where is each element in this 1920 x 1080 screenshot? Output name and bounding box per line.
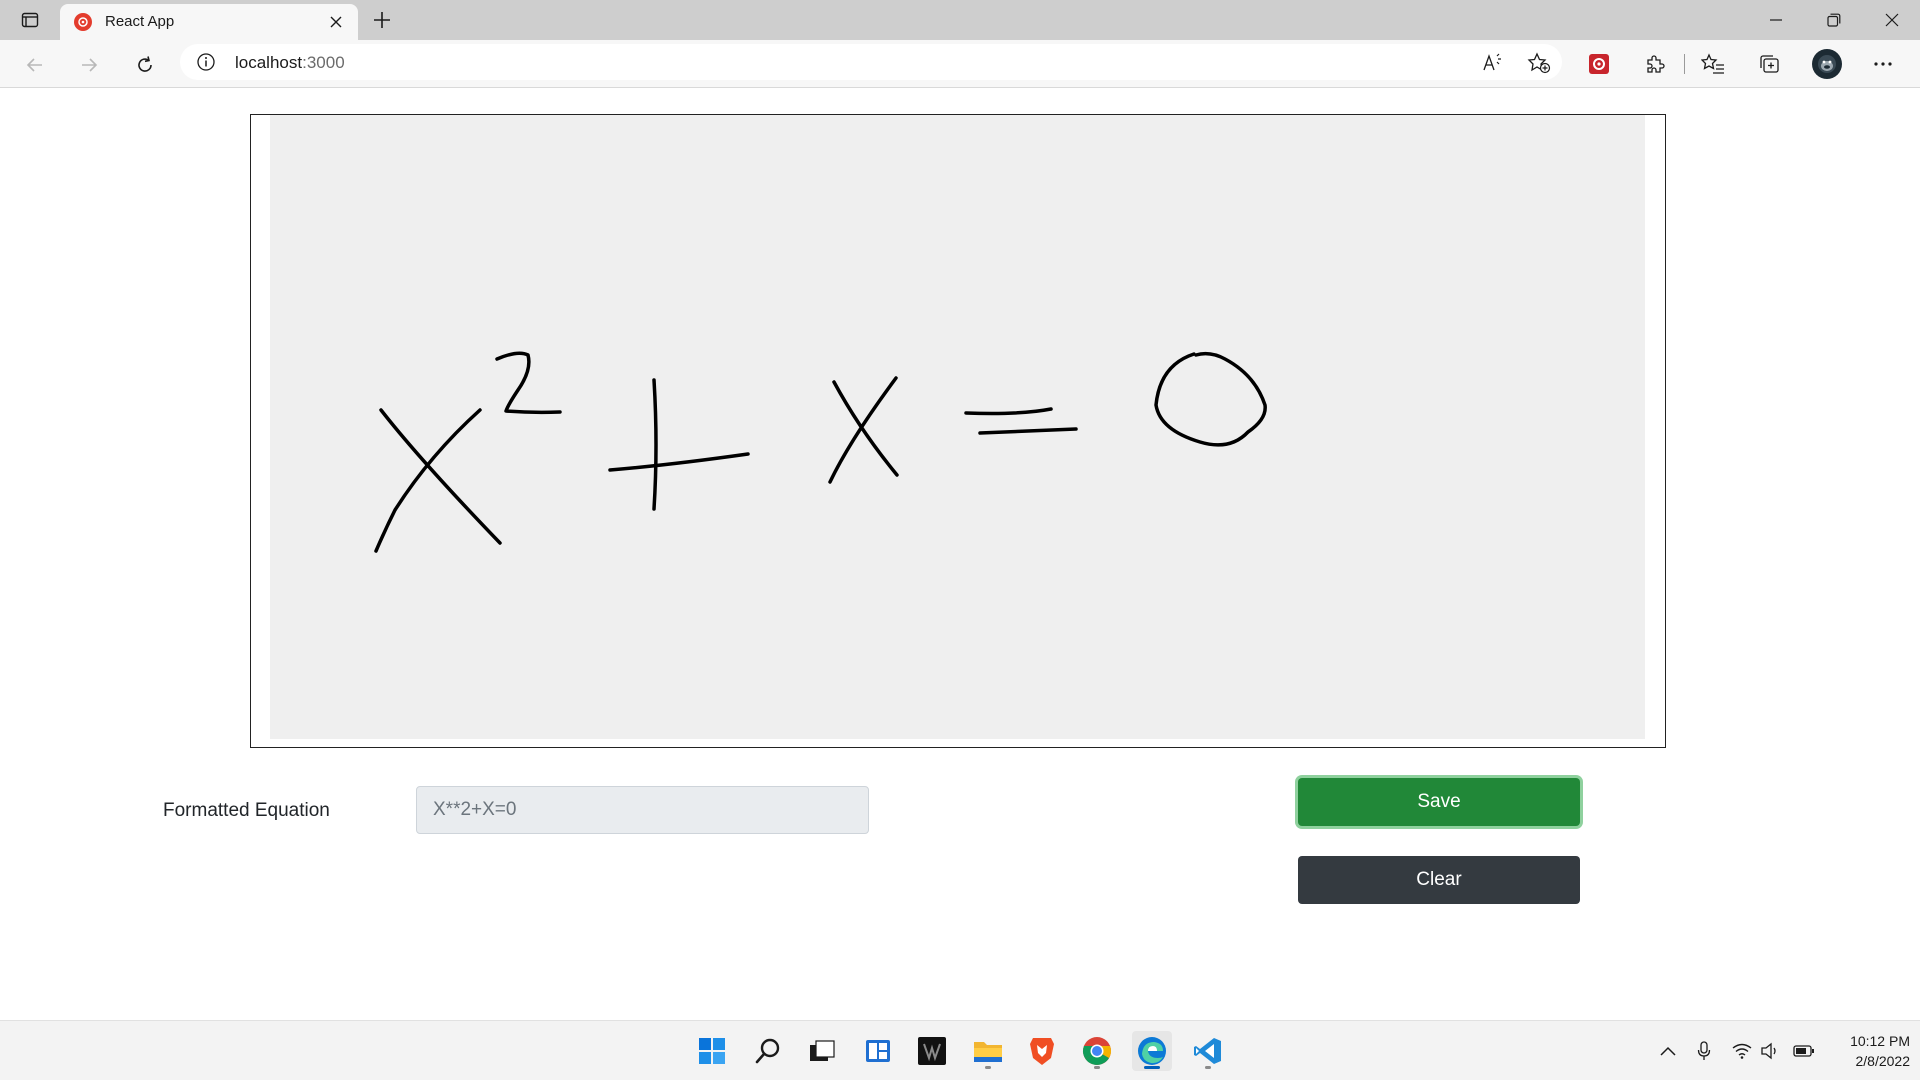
- minimize-window-button[interactable]: [1748, 0, 1804, 40]
- drawing-canvas[interactable]: [270, 115, 1645, 739]
- toolbar-separator: [1684, 54, 1685, 74]
- file-explorer-button[interactable]: [968, 1031, 1008, 1071]
- add-favorite-button[interactable]: [1526, 50, 1552, 76]
- search-icon: [755, 1038, 780, 1064]
- vscode-icon: [1194, 1038, 1221, 1064]
- collections-button[interactable]: [1754, 49, 1784, 79]
- star-add-icon: [1527, 52, 1551, 74]
- chrome-icon: [1083, 1037, 1111, 1065]
- save-button[interactable]: Save: [1298, 778, 1580, 826]
- search-button[interactable]: [748, 1031, 788, 1071]
- start-button[interactable]: [692, 1031, 732, 1071]
- tab-actions-menu-button[interactable]: [16, 8, 44, 32]
- extension-pinned-button[interactable]: [1584, 49, 1614, 79]
- info-icon[interactable]: [196, 52, 216, 72]
- widgets-icon: [866, 1040, 890, 1062]
- forward-button[interactable]: [74, 50, 104, 80]
- refresh-button[interactable]: [130, 50, 160, 80]
- predator-app-icon: [918, 1037, 946, 1065]
- plus-icon: [374, 12, 390, 28]
- react-favicon-icon: [74, 13, 92, 31]
- chevron-up-icon: [1660, 1046, 1676, 1056]
- arrow-right-icon: [82, 58, 98, 72]
- read-aloud-icon: [1483, 53, 1501, 71]
- widgets-button[interactable]: [858, 1031, 898, 1071]
- address-bar[interactable]: localhost:3000: [180, 44, 1562, 80]
- running-indicator: [985, 1066, 991, 1069]
- clock-date: 2/8/2022: [1855, 1053, 1911, 1069]
- formatted-equation-label: Formatted Equation: [163, 800, 330, 821]
- stroke-plus-horizontal: [608, 452, 750, 472]
- minimize-icon: [1770, 19, 1782, 21]
- task-view-button[interactable]: [802, 1031, 842, 1071]
- formatted-equation-input[interactable]: [416, 786, 869, 834]
- running-indicator: [1205, 1066, 1211, 1069]
- collections-icon: [1760, 55, 1779, 73]
- arrow-left-icon: [26, 58, 42, 72]
- battery-icon: [1793, 1045, 1814, 1057]
- refresh-icon: [138, 56, 152, 72]
- file-explorer-icon: [974, 1042, 1002, 1062]
- close-icon: [1885, 13, 1899, 27]
- extension-app-icon: [1589, 54, 1609, 74]
- drawing-canvas-frame: [250, 114, 1666, 748]
- url-text[interactable]: localhost:3000: [235, 53, 345, 73]
- predator-app-button[interactable]: [912, 1031, 952, 1071]
- tab-title: React App: [105, 13, 175, 30]
- battery-tray-button[interactable]: [1792, 1039, 1816, 1063]
- url-host: localhost: [235, 53, 303, 72]
- stroke-x-2: [374, 408, 482, 553]
- network-tray-button[interactable]: [1730, 1039, 1754, 1063]
- stroke-two: [495, 351, 562, 415]
- wifi-icon: [1732, 1043, 1752, 1059]
- puzzle-icon: [1647, 55, 1665, 73]
- stroke-equals-bottom: [978, 427, 1078, 435]
- restore-window-button[interactable]: [1806, 0, 1862, 40]
- microphone-icon: [1697, 1041, 1711, 1060]
- stroke-x-1: [379, 408, 502, 545]
- stroke-plus-vertical: [652, 378, 658, 511]
- url-port: :3000: [302, 53, 345, 72]
- vscode-button[interactable]: [1188, 1031, 1228, 1071]
- running-indicator: [1094, 1066, 1100, 1069]
- tab-close-button[interactable]: [324, 10, 348, 34]
- volume-tray-button[interactable]: [1758, 1039, 1782, 1063]
- stroke-zero: [1154, 351, 1267, 447]
- more-horizontal-icon: [1874, 62, 1892, 66]
- brave-browser-button[interactable]: [1022, 1031, 1062, 1071]
- handwritten-equation-strokes: [374, 351, 1267, 553]
- task-view-icon: [810, 1040, 835, 1061]
- browser-tab-active[interactable]: React App: [60, 4, 358, 40]
- brave-browser-icon: [1030, 1038, 1054, 1065]
- speaker-icon: [1761, 1042, 1776, 1060]
- gorilla-avatar-icon: [1818, 55, 1836, 73]
- stroke-x2-1: [832, 380, 899, 477]
- windows-taskbar: 10:12 PM 2/8/2022: [0, 1020, 1920, 1080]
- show-hidden-icons-button[interactable]: [1656, 1039, 1680, 1063]
- clear-button[interactable]: Clear: [1298, 856, 1580, 904]
- edge-button[interactable]: [1132, 1031, 1172, 1071]
- active-indicator: [1144, 1066, 1160, 1069]
- favorites-button[interactable]: [1698, 49, 1728, 79]
- back-button[interactable]: [20, 50, 50, 80]
- clock-time: 10:12 PM: [1850, 1033, 1910, 1049]
- windows-start-icon: [699, 1038, 725, 1064]
- settings-more-button[interactable]: [1868, 49, 1898, 79]
- read-aloud-button[interactable]: [1480, 50, 1506, 76]
- browser-tab-strip: React App: [0, 0, 1920, 40]
- favorites-icon: [1701, 53, 1724, 74]
- extensions-button[interactable]: [1640, 49, 1670, 79]
- edge-icon: [1138, 1037, 1166, 1065]
- close-window-button[interactable]: [1864, 0, 1920, 40]
- restore-icon: [1827, 13, 1841, 27]
- new-tab-button[interactable]: [368, 6, 396, 34]
- microphone-tray-button[interactable]: [1692, 1039, 1716, 1063]
- profile-avatar[interactable]: [1812, 49, 1842, 79]
- close-icon: [330, 16, 342, 28]
- browser-toolbar: localhost:3000: [0, 40, 1920, 88]
- chrome-button[interactable]: [1077, 1031, 1117, 1071]
- stroke-equals-top: [964, 407, 1053, 416]
- tab-actions-icon: [21, 12, 39, 28]
- system-clock[interactable]: 10:12 PM 2/8/2022: [1830, 1031, 1910, 1071]
